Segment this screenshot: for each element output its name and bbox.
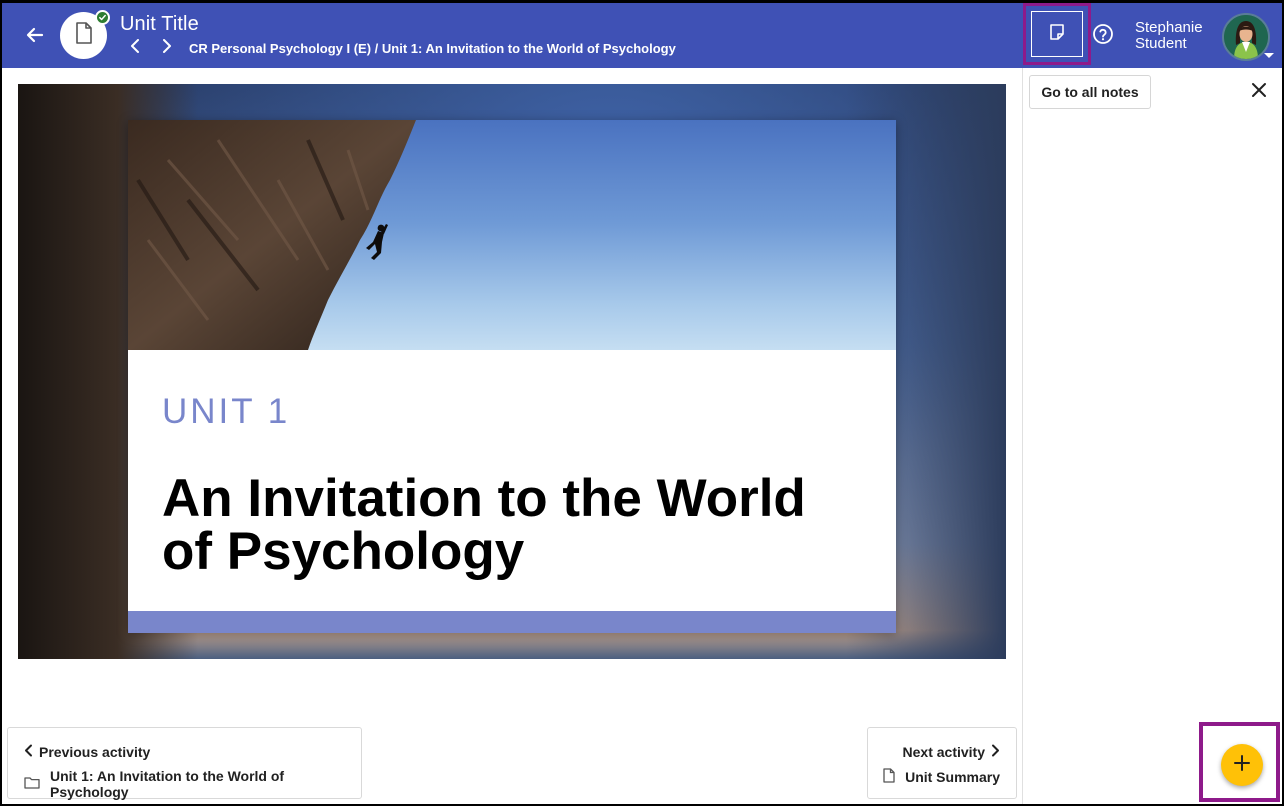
user-last-name: Student <box>1135 35 1187 52</box>
document-icon <box>75 22 93 49</box>
unit-title: An Invitation to the World of Psychology <box>162 469 806 581</box>
climber-photo <box>128 120 896 350</box>
previous-activity-title: Unit 1: An Invitation to the World of Ps… <box>50 768 285 800</box>
activity-stepper <box>126 38 176 58</box>
previous-activity-label: Previous activity <box>39 744 151 760</box>
plus-icon <box>1233 754 1251 777</box>
activity-cover-image: UNIT 1 An Invitation to the World of Psy… <box>18 84 1006 659</box>
caret-down-icon[interactable] <box>1264 53 1274 58</box>
document-icon <box>883 768 895 786</box>
next-activity-item: Unit Summary <box>883 768 1000 786</box>
user-name[interactable]: Stephanie Student <box>1135 20 1203 52</box>
sticky-note-icon <box>1048 23 1066 46</box>
go-to-all-notes-button[interactable]: Go to all notes <box>1029 75 1151 109</box>
breadcrumb[interactable]: CR Personal Psychology I (E) / Unit 1: A… <box>189 41 676 56</box>
next-activity-label: Next activity <box>902 744 985 760</box>
unit-label: UNIT 1 <box>162 392 291 431</box>
activity-type-badge <box>60 10 110 59</box>
unit-title-slide: UNIT 1 An Invitation to the World of Psy… <box>128 120 896 633</box>
top-app-bar: Unit Title CR Personal Psychology I (E) … <box>2 3 1282 68</box>
arrow-left-icon <box>25 25 45 50</box>
back-button[interactable] <box>20 22 50 52</box>
close-icon <box>1251 82 1267 103</box>
previous-activity-heading: Previous activity <box>24 744 150 760</box>
avatar[interactable] <box>1222 13 1270 61</box>
help-button[interactable] <box>1091 23 1115 50</box>
next-activity-button[interactable]: Next activity Unit Summary <box>867 727 1017 799</box>
previous-activity-item: Unit 1: An Invitation to the World of Ps… <box>24 768 361 800</box>
notes-button[interactable] <box>1031 11 1083 57</box>
previous-arrow-button[interactable] <box>126 38 144 58</box>
page-title: Unit Title <box>120 13 199 35</box>
previous-activity-button[interactable]: Previous activity Unit 1: An Invitation … <box>7 727 362 800</box>
chevron-left-icon <box>24 744 33 760</box>
chevron-right-icon <box>991 744 1000 760</box>
add-note-button[interactable] <box>1221 744 1263 786</box>
next-activity-title: Unit Summary <box>905 769 1000 785</box>
accent-bar <box>128 611 896 633</box>
folder-icon <box>24 776 40 792</box>
chevron-left-icon <box>130 38 140 58</box>
notes-panel: Go to all notes <box>1022 68 1282 804</box>
close-notes-button[interactable] <box>1247 80 1271 104</box>
chevron-right-icon <box>162 38 172 58</box>
check-circle-icon <box>95 10 110 25</box>
help-circle-icon <box>1092 23 1114 50</box>
next-activity-heading: Next activity <box>903 744 1000 760</box>
next-arrow-button[interactable] <box>158 38 176 58</box>
user-first-name: Stephanie <box>1135 19 1203 36</box>
